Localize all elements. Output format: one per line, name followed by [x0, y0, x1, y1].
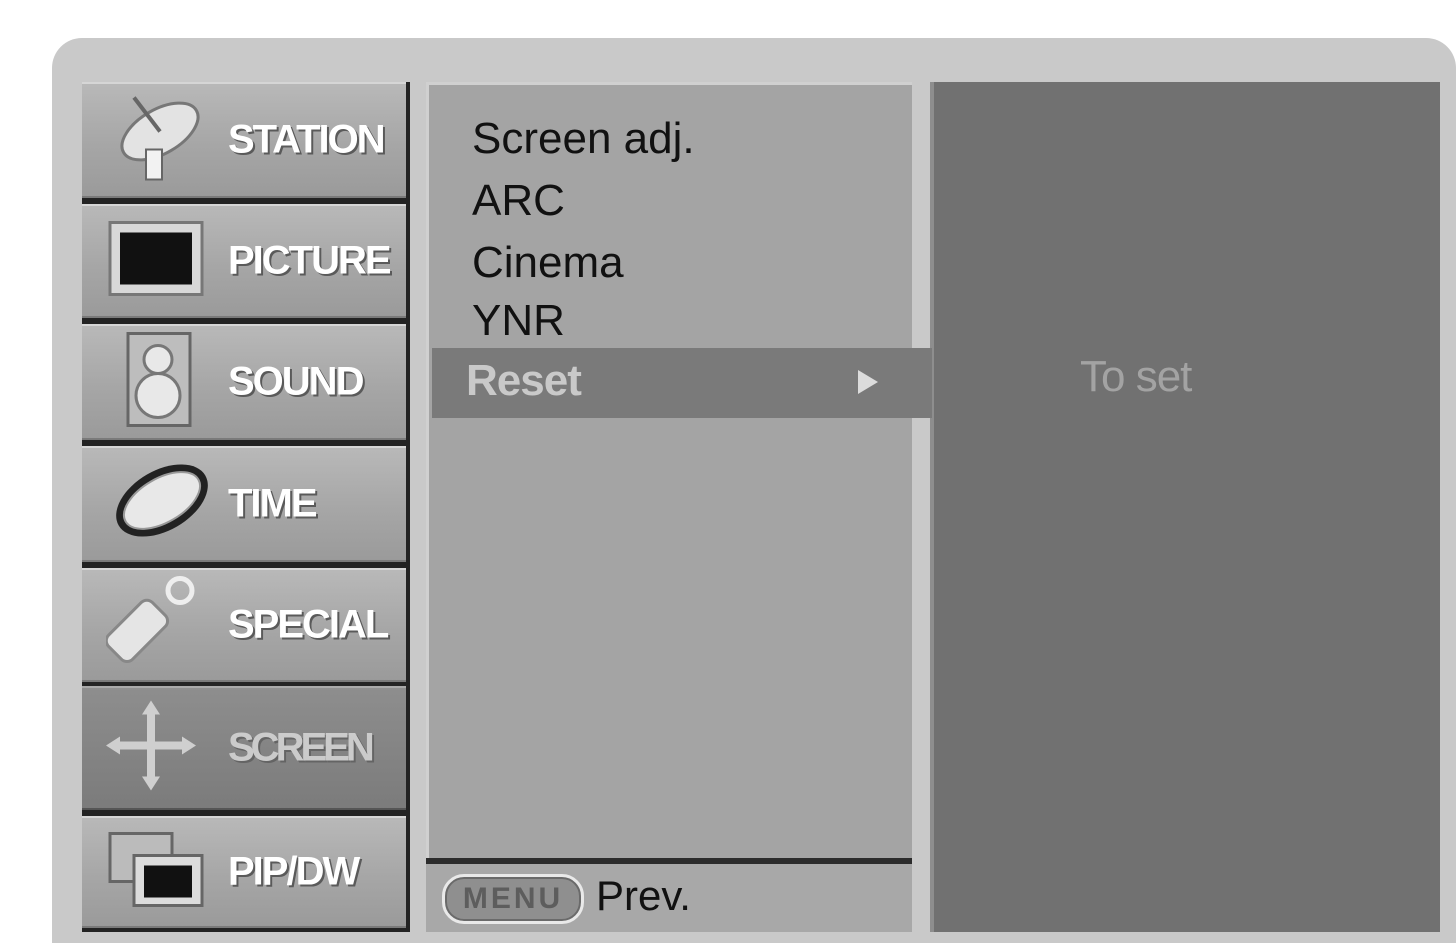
sidebar-item-label: SCREEN	[228, 725, 375, 770]
sidebar-item-picture[interactable]: PICTURE	[82, 204, 406, 318]
menu-button[interactable]: MENU	[442, 874, 584, 924]
sidebar-item-special[interactable]: SPECIAL	[82, 568, 406, 682]
sidebar-item-label: PICTURE	[228, 238, 392, 283]
sidebar-item-station[interactable]: STATION	[82, 82, 406, 198]
menu-item-arc[interactable]: ARC	[472, 176, 565, 226]
sidebar-item-screen[interactable]: SCREEN	[82, 686, 406, 810]
sidebar-item-pipdw[interactable]: PIP/DW	[82, 816, 406, 928]
prev-label: Prev.	[596, 872, 691, 919]
footer-bar: MENU Prev.	[426, 858, 912, 932]
pip-windows-icon	[106, 830, 206, 915]
move-arrows-icon	[106, 700, 196, 796]
info-panel: To set	[930, 82, 1440, 932]
menu-item-screen-adj[interactable]: Screen adj.	[472, 114, 695, 164]
tv-screen-icon	[106, 219, 206, 304]
info-text: To set	[1080, 352, 1192, 401]
sidebar-item-label: SPECIAL	[228, 602, 389, 647]
right-arrow-icon	[858, 370, 878, 394]
reset-label: Reset	[466, 356, 582, 405]
satellite-dish-icon	[106, 90, 206, 191]
submenu-panel: Screen adj. ARC Cinema YNR	[426, 82, 912, 932]
menu-item-reset[interactable]: Reset	[432, 348, 932, 418]
menu-item-cinema[interactable]: Cinema	[472, 238, 624, 288]
key-tag-icon	[104, 573, 206, 678]
sidebar-item-time[interactable]: TIME	[82, 446, 406, 562]
sidebar-item-sound[interactable]: SOUND	[82, 324, 406, 440]
sidebar-item-label: SOUND	[228, 359, 364, 404]
sidebar-item-label: TIME	[228, 481, 318, 526]
clock-icon	[106, 457, 216, 552]
menu-item-ynr[interactable]: YNR	[472, 296, 565, 346]
main-menu-sidebar: STATION PICTURE SOUND TIME SPECIAL SCREE…	[82, 82, 410, 932]
sidebar-item-label: PIP/DW	[228, 849, 360, 894]
sidebar-item-label: STATION	[228, 117, 386, 162]
speaker-icon	[106, 330, 206, 435]
